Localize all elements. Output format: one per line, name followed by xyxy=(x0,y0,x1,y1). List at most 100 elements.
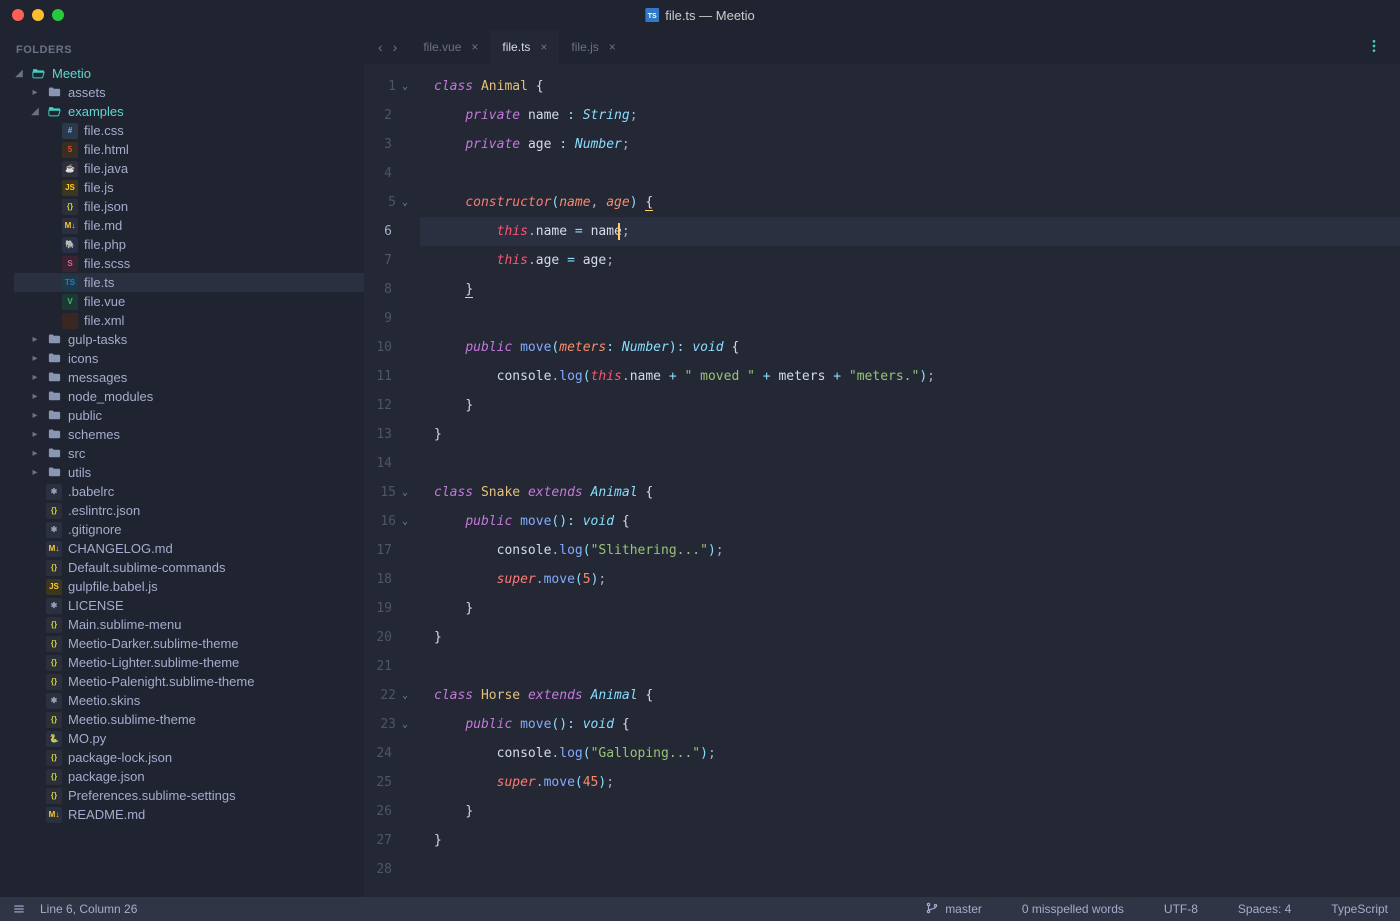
line-number[interactable]: 25 xyxy=(364,768,412,797)
code-line[interactable] xyxy=(420,652,1400,681)
code-line[interactable]: } xyxy=(420,275,1400,304)
tree-file[interactable]: 5file.html xyxy=(14,140,364,159)
fold-icon[interactable]: ⌄ xyxy=(402,188,408,217)
tree-file[interactable]: {}Meetio.sublime-theme xyxy=(14,710,364,729)
tab[interactable]: file.ts× xyxy=(490,30,559,64)
code-line[interactable]: private age : Number; xyxy=(420,130,1400,159)
code-line[interactable]: super.move(45); xyxy=(420,768,1400,797)
tree-file[interactable]: JSfile.js xyxy=(14,178,364,197)
code-line[interactable]: constructor(name, age) { xyxy=(420,188,1400,217)
fold-icon[interactable]: ⌄ xyxy=(402,507,408,536)
tree-root[interactable]: ◢Meetio xyxy=(14,64,364,83)
tab[interactable]: file.js× xyxy=(559,30,627,64)
tree-folder[interactable]: ▸assets xyxy=(14,83,364,102)
code-line[interactable]: super.move(5); xyxy=(420,565,1400,594)
code-line[interactable]: class Animal { xyxy=(420,72,1400,101)
code-line[interactable]: this.name = name; xyxy=(420,217,1400,246)
line-number[interactable]: 23⌄ xyxy=(364,710,412,739)
tree-folder[interactable]: ▸node_modules xyxy=(14,387,364,406)
tree-file[interactable]: {}package-lock.json xyxy=(14,748,364,767)
line-number[interactable]: 5⌄ xyxy=(364,188,412,217)
tree-file[interactable]: JSgulpfile.babel.js xyxy=(14,577,364,596)
minimize-button[interactable] xyxy=(32,9,44,21)
code-line[interactable]: } xyxy=(420,594,1400,623)
tree-file[interactable]: {}.eslintrc.json xyxy=(14,501,364,520)
tree-file[interactable]: ✱LICENSE xyxy=(14,596,364,615)
tab-close-icon[interactable]: × xyxy=(609,40,616,54)
tree-file[interactable]: ✱Meetio.skins xyxy=(14,691,364,710)
fold-icon[interactable]: ⌄ xyxy=(402,710,408,739)
line-number[interactable]: 21 xyxy=(364,652,412,681)
line-number[interactable]: 18 xyxy=(364,565,412,594)
line-number[interactable]: 9 xyxy=(364,304,412,333)
indentation[interactable]: Spaces: 4 xyxy=(1238,902,1291,916)
fold-icon[interactable]: ⌄ xyxy=(402,478,408,507)
code-line[interactable]: class Snake extends Animal { xyxy=(420,478,1400,507)
line-number[interactable]: 22⌄ xyxy=(364,681,412,710)
tree-file[interactable]: {}Preferences.sublime-settings xyxy=(14,786,364,805)
code-line[interactable] xyxy=(420,855,1400,884)
tree-file[interactable]: M↓file.md xyxy=(14,216,364,235)
fold-icon[interactable]: ⌄ xyxy=(402,681,408,710)
tree-folder[interactable]: ▸schemes xyxy=(14,425,364,444)
tree-file[interactable]: Vfile.vue xyxy=(14,292,364,311)
tree-file[interactable]: {}file.json xyxy=(14,197,364,216)
line-number[interactable]: 17 xyxy=(364,536,412,565)
cursor-position[interactable]: Line 6, Column 26 xyxy=(40,902,137,916)
more-menu-icon[interactable] xyxy=(1358,38,1390,57)
tree-file[interactable]: 🐘file.php xyxy=(14,235,364,254)
encoding[interactable]: UTF-8 xyxy=(1164,902,1198,916)
spell-status[interactable]: 0 misspelled words xyxy=(1022,902,1124,916)
tree-file[interactable]: TSfile.ts xyxy=(14,273,364,292)
close-button[interactable] xyxy=(12,9,24,21)
line-number[interactable]: 14 xyxy=(364,449,412,478)
line-number[interactable]: 11 xyxy=(364,362,412,391)
tab-close-icon[interactable]: × xyxy=(471,40,478,54)
code-line[interactable]: public move(meters: Number): void { xyxy=(420,333,1400,362)
tree-file[interactable]: file.xml xyxy=(14,311,364,330)
code-line[interactable]: class Horse extends Animal { xyxy=(420,681,1400,710)
tree-file[interactable]: ✱.gitignore xyxy=(14,520,364,539)
code-line[interactable]: private name : String; xyxy=(420,101,1400,130)
tree-file[interactable]: {}Meetio-Lighter.sublime-theme xyxy=(14,653,364,672)
tree-file[interactable]: 🐍MO.py xyxy=(14,729,364,748)
line-number[interactable]: 19 xyxy=(364,594,412,623)
code-line[interactable]: public move(): void { xyxy=(420,710,1400,739)
code-line[interactable]: this.age = age; xyxy=(420,246,1400,275)
tree-file[interactable]: ✱.babelrc xyxy=(14,482,364,501)
code-line[interactable] xyxy=(420,159,1400,188)
syntax[interactable]: TypeScript xyxy=(1331,902,1388,916)
line-number[interactable]: 12 xyxy=(364,391,412,420)
tree-folder[interactable]: ▸public xyxy=(14,406,364,425)
line-number[interactable]: 8 xyxy=(364,275,412,304)
line-number[interactable]: 4 xyxy=(364,159,412,188)
line-number[interactable]: 28 xyxy=(364,855,412,884)
line-number[interactable]: 27 xyxy=(364,826,412,855)
line-number[interactable]: 2 xyxy=(364,101,412,130)
tree-file[interactable]: M↓CHANGELOG.md xyxy=(14,539,364,558)
maximize-button[interactable] xyxy=(52,9,64,21)
tab[interactable]: file.vue× xyxy=(411,30,490,64)
line-number[interactable]: 1⌄ xyxy=(364,72,412,101)
tab-close-icon[interactable]: × xyxy=(540,40,547,54)
tree-file[interactable]: M↓README.md xyxy=(14,805,364,824)
tree-folder[interactable]: ▸messages xyxy=(14,368,364,387)
line-number[interactable]: 7 xyxy=(364,246,412,275)
line-number[interactable]: 15⌄ xyxy=(364,478,412,507)
code-line[interactable]: } xyxy=(420,826,1400,855)
fold-icon[interactable]: ⌄ xyxy=(402,72,408,101)
line-number[interactable]: 24 xyxy=(364,739,412,768)
line-number[interactable]: 16⌄ xyxy=(364,507,412,536)
code-line[interactable]: } xyxy=(420,391,1400,420)
code-editor[interactable]: 1⌄2345⌄6789101112131415⌄16⌄171819202122⌄… xyxy=(364,64,1400,897)
tree-file[interactable]: {}Meetio-Darker.sublime-theme xyxy=(14,634,364,653)
tree-file[interactable]: Sfile.scss xyxy=(14,254,364,273)
menu-icon[interactable] xyxy=(12,902,26,916)
code-line[interactable] xyxy=(420,449,1400,478)
code-line[interactable]: public move(): void { xyxy=(420,507,1400,536)
nav-back-icon[interactable]: ‹ xyxy=(378,39,383,55)
tree-file[interactable]: #file.css xyxy=(14,121,364,140)
code-line[interactable] xyxy=(420,304,1400,333)
tree-folder[interactable]: ▸src xyxy=(14,444,364,463)
tree-file[interactable]: {}Default.sublime-commands xyxy=(14,558,364,577)
